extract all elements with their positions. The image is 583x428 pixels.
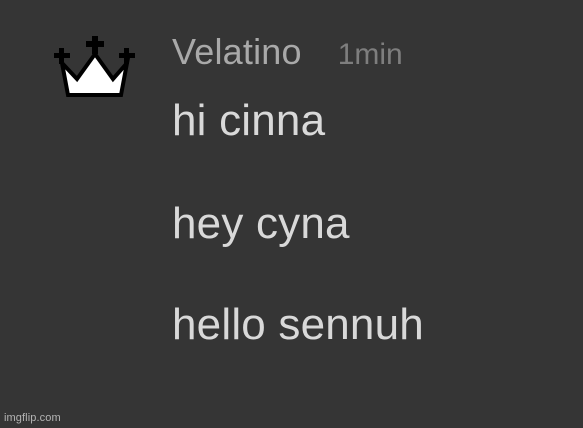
message-header: Velatino 1min bbox=[172, 31, 403, 73]
watermark-text: imgflip.com bbox=[4, 412, 61, 424]
chat-message-group: Velatino 1min hi cinna hey cyna hello se… bbox=[0, 0, 583, 428]
timestamp: 1min bbox=[337, 38, 403, 71]
message-text: hello sennuh bbox=[172, 300, 424, 349]
username[interactable]: Velatino bbox=[172, 31, 302, 73]
crown-icon[interactable] bbox=[52, 34, 138, 98]
message-text: hi cinna bbox=[172, 96, 326, 145]
message-text: hey cyna bbox=[172, 199, 350, 248]
